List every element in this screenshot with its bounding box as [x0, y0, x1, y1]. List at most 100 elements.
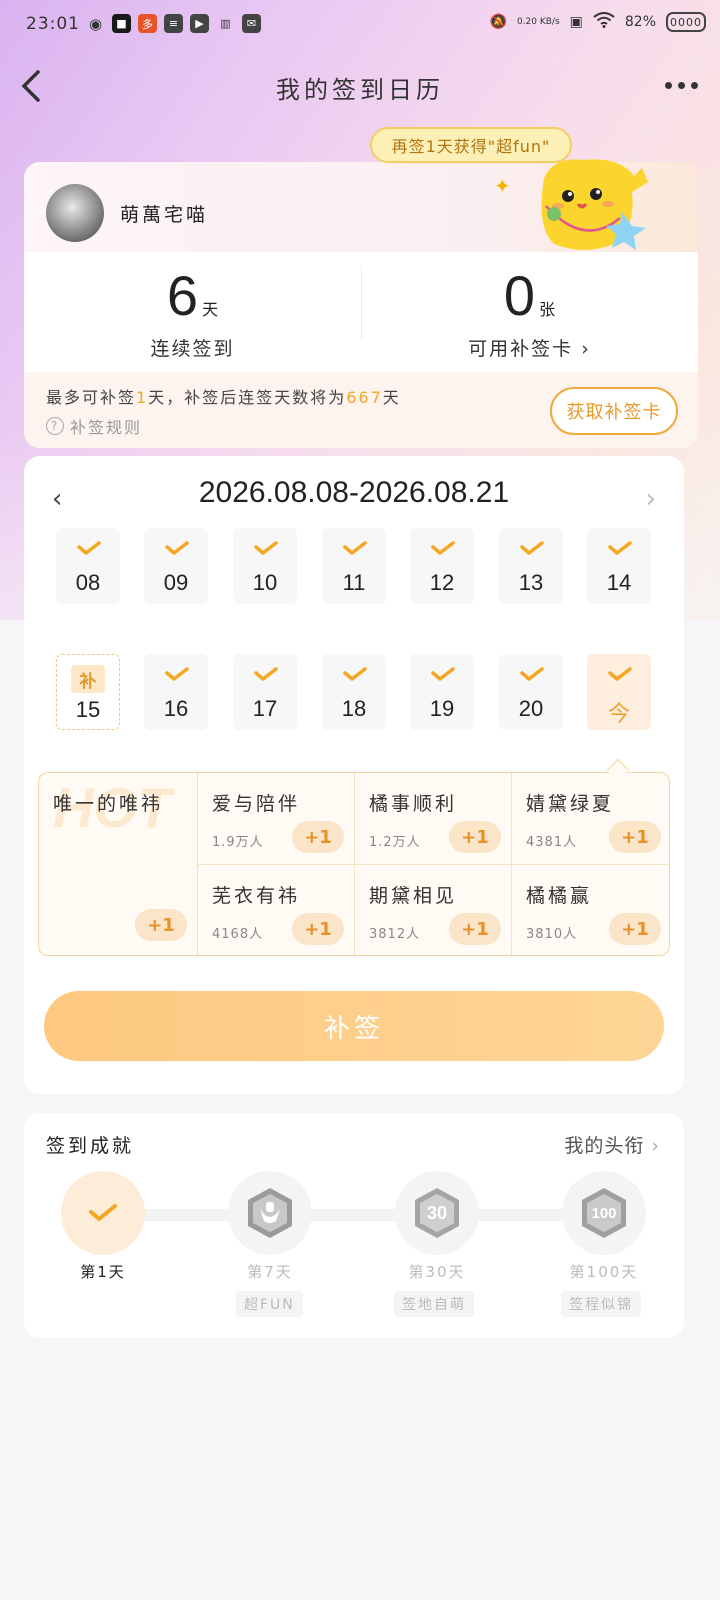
check-icon [343, 667, 367, 681]
day-number: 12 [429, 570, 455, 595]
achievement-card: 签到成就 我的头衔 › 第1天 第7天 超FUN 30 第30天 签地自萌 10… [24, 1113, 684, 1338]
cards-label-text: 可用补签卡 [468, 338, 574, 360]
battery-percent: 82% [624, 14, 656, 30]
cards-label: 可用补签卡 › [361, 334, 698, 361]
my-title-link[interactable]: 我的头衔 › [564, 1131, 660, 1158]
topic-cell[interactable]: 橘事顺利 1.2万人 +1 [355, 773, 512, 865]
check-icon [520, 667, 544, 681]
badge-label: 第100天 [569, 1263, 639, 1281]
day-cell[interactable]: 19 [410, 654, 474, 730]
mute-icon: 🔕 [489, 14, 507, 30]
my-title-label: 我的头衔 [564, 1135, 645, 1157]
day-number: 15 [75, 697, 101, 722]
plus-one-button[interactable]: +1 [135, 909, 187, 941]
topic-cell[interactable]: 芜衣有祎 4168人 +1 [198, 865, 355, 955]
day-number: 18 [341, 696, 367, 721]
topic-cell[interactable]: 期黛相见 3812人 +1 [355, 865, 512, 955]
plus-one-button[interactable]: +1 [449, 821, 501, 853]
get-card-button[interactable]: 获取补签卡 [550, 387, 678, 435]
topic-people: 1.9万人 [212, 835, 264, 850]
topic-name: 唯一的唯祎 [53, 793, 164, 815]
chevron-right-icon: › [581, 338, 591, 360]
wifi-icon [593, 12, 615, 32]
day-number: 11 [342, 570, 366, 595]
check-icon [520, 541, 544, 555]
plus-one-button[interactable]: +1 [609, 821, 661, 853]
day-cell[interactable]: 13 [499, 528, 563, 604]
cards-unit: 张 [539, 300, 556, 319]
plus-one-button[interactable]: +1 [292, 913, 344, 945]
badge-title: 超FUN [236, 1291, 303, 1317]
day-cell[interactable]: 09 [144, 528, 208, 604]
badge-title: 签地自萌 [394, 1291, 474, 1317]
check-icon [89, 1204, 117, 1221]
svg-text:30: 30 [427, 1203, 447, 1223]
rule-link[interactable]: ? 补签规则 [46, 414, 142, 438]
topic-people: 3810人 [526, 927, 578, 942]
day-number: 19 [429, 696, 455, 721]
badge-day100[interactable]: 100 [562, 1171, 646, 1255]
sim-icon: ▣ [569, 14, 583, 30]
badge-day30[interactable]: 30 [395, 1171, 479, 1255]
nav-header: 我的签到日历 [0, 56, 720, 116]
day-cell[interactable]: 12 [410, 528, 474, 604]
tip-days: 1 [136, 388, 149, 407]
day-number: 08 [75, 570, 101, 595]
plus-one-button[interactable]: +1 [609, 913, 661, 945]
day-cell[interactable]: 18 [322, 654, 386, 730]
dot-icon [691, 82, 698, 89]
makeup-sign-button[interactable]: 补签 [44, 991, 664, 1061]
streak-label: 连续签到 [150, 338, 235, 360]
topic-featured[interactable]: HOT 唯一的唯祎 +1 [39, 773, 198, 955]
day-number: 17 [252, 696, 278, 721]
today-cell[interactable]: 今 [587, 654, 651, 730]
sparkle-icon: ✦ [494, 174, 511, 198]
badge-day7[interactable] [228, 1171, 312, 1255]
day-cell[interactable]: 17 [233, 654, 297, 730]
user-name: 萌萬宅喵 [120, 204, 209, 226]
weibo-icon: ◉ [88, 14, 103, 33]
topic-name: 橘事顺利 [369, 793, 458, 815]
next-range-button[interactable]: › [646, 484, 656, 514]
svg-text:100: 100 [591, 1205, 616, 1222]
day-number: 20 [518, 696, 544, 721]
tip-total: 667 [346, 388, 383, 407]
day-cell[interactable]: 08 [56, 528, 120, 604]
day-cell[interactable]: 10 [233, 528, 297, 604]
day-number: 今 [607, 701, 630, 726]
day-cell[interactable]: 14 [587, 528, 651, 604]
avatar[interactable] [46, 184, 104, 242]
status-bar: 23:01 ◉ ■ 多 ≡ ▶ ▥ ✉ 🔕 0.20 KB/s ▣ 82% 00… [0, 0, 720, 50]
plus-one-button[interactable]: +1 [292, 821, 344, 853]
day-number: 14 [606, 570, 632, 595]
badge-label: 第1天 [80, 1263, 126, 1281]
tip-prefix: 最多可补签 [46, 388, 137, 407]
mail-icon: ✉ [242, 14, 261, 33]
achievement-title: 签到成就 [46, 1135, 135, 1157]
day-number: 09 [163, 570, 189, 595]
more-button[interactable] [665, 82, 698, 89]
status-time: 23:01 [26, 14, 80, 34]
page-title: 我的签到日历 [276, 76, 444, 104]
day-number: 16 [163, 696, 189, 721]
topic-name: 期黛相见 [369, 885, 458, 907]
streak-unit: 天 [202, 300, 219, 319]
day-cell[interactable]: 20 [499, 654, 563, 730]
dot-icon [665, 82, 672, 89]
date-range: 2026.08.08-2026.08.21 [198, 476, 510, 509]
badge-label: 第30天 [408, 1263, 466, 1281]
check-icon [431, 541, 455, 555]
topic-cell[interactable]: 爱与陪伴 1.9万人 +1 [198, 773, 355, 865]
app-icon: ■ [112, 14, 131, 33]
topic-cell[interactable]: 橘橘赢 3810人 +1 [512, 865, 669, 955]
day-cell[interactable]: 16 [144, 654, 208, 730]
badge-day1[interactable] [61, 1171, 145, 1255]
cards-stat[interactable]: 0张 可用补签卡 › [361, 252, 698, 372]
plus-one-button[interactable]: +1 [449, 913, 501, 945]
makeup-tip: 最多可补签1天，补签后连签天数将为667天 ? 补签规则 获取补签卡 [24, 372, 698, 448]
check-icon [77, 541, 101, 555]
topic-cell[interactable]: 婧黛绿夏 4381人 +1 [512, 773, 669, 865]
topic-people: 3812人 [369, 927, 421, 942]
makeup-day-cell[interactable]: 补 15 [56, 654, 120, 730]
day-cell[interactable]: 11 [322, 528, 386, 604]
